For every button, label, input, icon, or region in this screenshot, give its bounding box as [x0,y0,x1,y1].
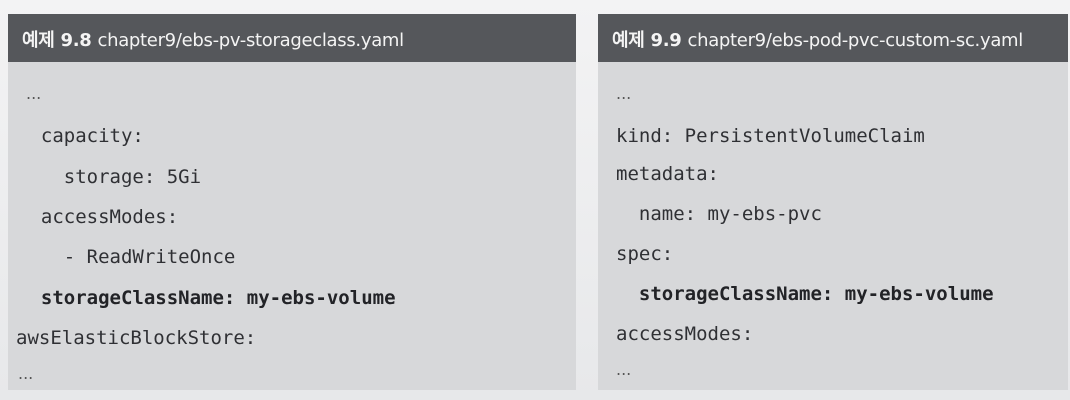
code-line-storage-class-name: storageClassName: my-ebs-volume [18,286,396,310]
listing-file-path: chapter9/ebs-pod-pvc-custom-sc.yaml [687,30,1023,51]
listing-header: 예제 9.9 chapter9/ebs-pod-pvc-custom-sc.yam… [598,14,1068,62]
code-line-read-write-once: - ReadWriteOnce [18,246,236,268]
code-line-access-modes: accessModes: [18,206,179,228]
highlighted-key: storageClassName [638,283,822,305]
code-line-ellipsis: ... [616,84,632,103]
listing-header: 예제 9.8 chapter9/ebs-pv-storageclass.yaml [8,14,576,62]
code-line-access-modes: accessModes: [616,323,754,345]
code-line-metadata: metadata: [616,163,719,185]
code-line-ellipsis: ... [18,364,34,383]
code-line-kind: kind: PersistentVolumeClaim [616,125,925,147]
code-block: ... kind: PersistentVolumeClaim metadata… [598,62,1068,390]
code-line-capacity: capacity: [18,125,144,147]
listing-number: 예제 9.8 [22,30,92,51]
code-line-ellipsis: ... [26,84,42,103]
code-line-aws-elastic-block-store: awsElasticBlockStore: [16,327,257,349]
code-block: ... capacity: storage: 5Gi accessModes: … [8,62,576,390]
highlighted-key: storageClassName [40,287,224,309]
code-line-storage-class-name: storageClassName: my-ebs-volume [616,282,994,306]
code-line-storage: storage: 5Gi [18,166,202,188]
code-listing-9-9: 예제 9.9 chapter9/ebs-pod-pvc-custom-sc.yam… [598,14,1068,390]
highlighted-value: : my-ebs-volume [821,283,994,305]
highlighted-value: : my-ebs-volume [223,287,396,309]
code-listing-9-8: 예제 9.8 chapter9/ebs-pv-storageclass.yaml … [8,14,576,390]
listing-number: 예제 9.9 [612,30,682,51]
code-line-ellipsis: ... [616,360,632,379]
code-line-spec: spec: [616,243,674,265]
code-line-name: name: my-ebs-pvc [616,203,822,225]
listing-file-path: chapter9/ebs-pv-storageclass.yaml [97,30,404,51]
